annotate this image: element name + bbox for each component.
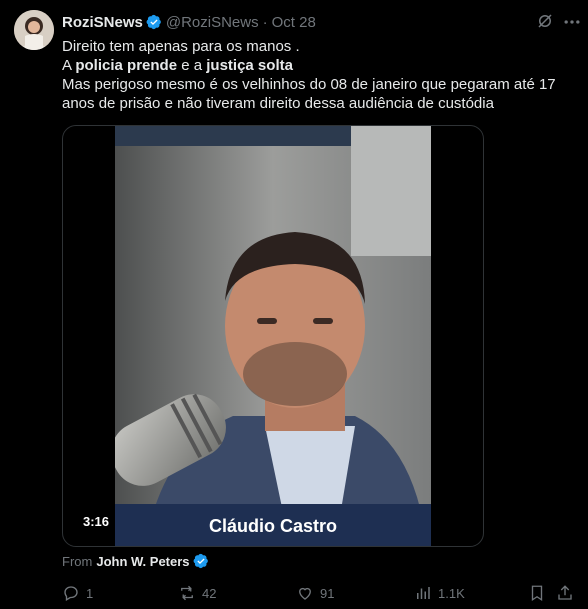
heart-icon [299, 587, 311, 600]
avatar[interactable] [14, 10, 54, 50]
views-icon [417, 587, 430, 599]
action-bar: 1 42 91 1.1K [62, 582, 582, 604]
share-button[interactable] [556, 582, 580, 604]
avatar-image [14, 10, 54, 50]
views-count: 1.1K [438, 585, 465, 601]
bookmark-button[interactable] [528, 582, 552, 604]
video-caption: Cláudio Castro [209, 516, 337, 536]
from-author[interactable]: John W. Peters [96, 554, 189, 569]
video-thumbnail: Cláudio Castro [115, 126, 431, 546]
tweet-line-3: Mas perigoso mesmo é os velhinhos do 08 … [62, 76, 556, 112]
reply-button[interactable]: 1 [62, 582, 93, 604]
author-handle[interactable]: @RoziSNews [166, 14, 259, 31]
line2-part-c: e a [177, 57, 207, 74]
verified-badge-icon [146, 14, 161, 30]
separator-dot: · [262, 13, 268, 31]
tweet-date[interactable]: Oct 28 [272, 14, 316, 31]
author-name[interactable]: RoziSNews [62, 14, 143, 31]
repost-button[interactable]: 42 [178, 582, 216, 604]
grok-icon[interactable] [536, 12, 554, 30]
reply-count: 1 [86, 585, 94, 601]
repost-count: 42 [202, 585, 217, 601]
attribution: From John W. Peters [62, 553, 213, 569]
video-player[interactable]: Cláudio Castro 3:16 [62, 125, 484, 547]
like-button[interactable]: 91 [296, 582, 334, 604]
share-icon [558, 585, 572, 600]
line2-bold-justica: justiça solta [206, 57, 293, 74]
verified-badge-icon [193, 553, 208, 569]
more-icon[interactable] [562, 12, 582, 32]
video-frame[interactable]: Cláudio Castro [115, 126, 431, 546]
from-label: From [62, 553, 93, 569]
tweet-header: RoziSNews @RoziSNews · Oct 28 [62, 12, 316, 32]
tweet[interactable]: RoziSNews @RoziSNews · Oct 28 Direito te… [0, 0, 588, 609]
like-count: 91 [320, 585, 335, 601]
repost-icon [181, 585, 193, 601]
tweet-line-2: A policia prende e a justiça solta [62, 56, 562, 75]
bookmark-icon [531, 585, 543, 602]
reply-icon [64, 586, 78, 601]
tweet-text: Direito tem apenas para os manos . A pol… [62, 37, 562, 113]
line2-part-a: A [62, 57, 76, 74]
video-duration: 3:16 [77, 511, 116, 532]
views-button[interactable]: 1.1K [414, 582, 465, 604]
tweet-line-1: Direito tem apenas para os manos . [62, 38, 300, 55]
line2-bold-policia: policia prende [75, 57, 178, 74]
